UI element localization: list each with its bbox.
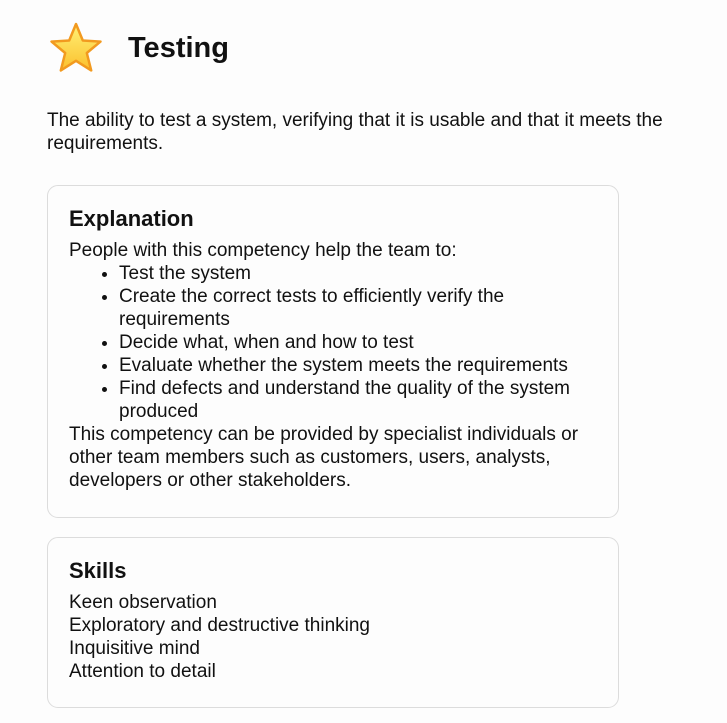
list-item: Evaluate whether the system meets the re… [119, 354, 597, 377]
explanation-outro: This competency can be provided by speci… [69, 424, 579, 491]
competency-description: The ability to test a system, verifying … [47, 110, 663, 154]
skill-item: Keen observation [69, 592, 217, 613]
explanation-list: Test the system Create the correct tests… [69, 262, 597, 423]
list-item: Create the correct tests to efficiently … [119, 285, 597, 331]
list-item: Find defects and understand the quality … [119, 377, 597, 423]
skill-item: Attention to detail [69, 661, 216, 682]
skills-heading: Skills [69, 558, 127, 583]
explanation-card: Explanation People with this competency … [47, 185, 619, 518]
list-item: Decide what, when and how to test [119, 331, 597, 354]
star-icon [50, 22, 102, 72]
page-header [47, 20, 105, 78]
explanation-body: People with this competency help the tea… [69, 239, 597, 492]
explanation-intro: People with this competency help the tea… [69, 240, 457, 261]
list-item: Test the system [119, 262, 597, 285]
skills-body: Keen observation Exploratory and destruc… [69, 591, 597, 683]
explanation-heading: Explanation [69, 206, 194, 231]
page-title: Testing [128, 32, 229, 64]
skill-item: Exploratory and destructive thinking [69, 615, 370, 636]
skills-card: Skills Keen observation Exploratory and … [47, 537, 619, 708]
skill-item: Inquisitive mind [69, 638, 200, 659]
